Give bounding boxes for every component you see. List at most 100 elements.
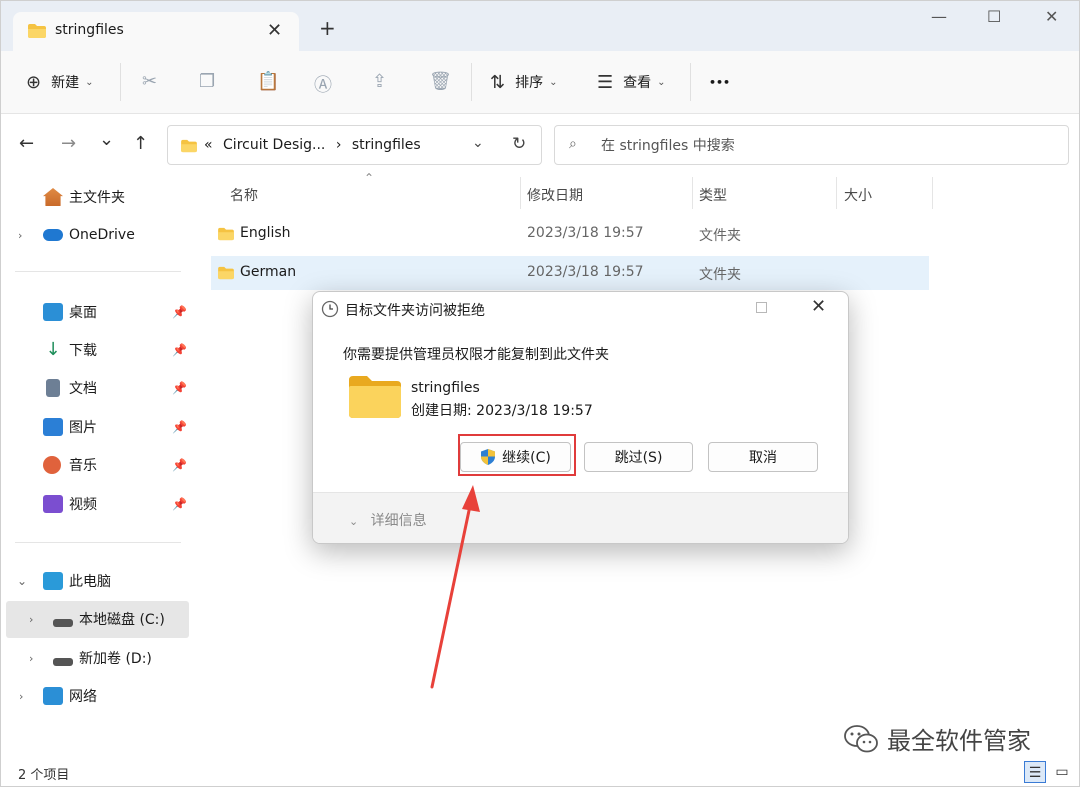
cloud-icon — [43, 229, 63, 241]
column-header-type[interactable]: 类型 — [699, 185, 727, 205]
details-view-button[interactable]: ☰ — [1024, 761, 1046, 783]
search-icon: ⌕ — [569, 136, 577, 152]
table-row[interactable]: German 2023/3/18 19:57 文件夹 — [211, 256, 929, 290]
access-denied-dialog: 目标文件夹访问被拒绝 ✕ 你需要提供管理员权限才能复制到此文件夹 stringf… — [312, 291, 849, 544]
pin-icon[interactable]: 📌 — [172, 305, 187, 319]
sidebar-item-documents[interactable]: 文档 — [43, 373, 97, 403]
view-button[interactable]: ☰ 查看 ⌄ — [597, 69, 666, 95]
cut-icon[interactable]: ✂ — [142, 71, 157, 92]
maximize-button[interactable]: ☐ — [987, 7, 1001, 26]
plus-circle-icon: ⊕ — [26, 71, 42, 93]
tab-title: stringfiles — [55, 22, 124, 38]
tab-bar: stringfiles ✕ + — ☐ ✕ — [1, 1, 1079, 51]
folder-icon — [28, 24, 46, 38]
dialog-folder-name: stringfiles — [411, 380, 480, 396]
sidebar-item-pictures[interactable]: 图片 — [43, 412, 97, 442]
chevron-down-icon: ⌄ — [549, 76, 558, 88]
chevron-down-icon: ⌄ — [85, 76, 94, 88]
sort-button[interactable]: ⇅ 排序 ⌄ — [490, 69, 557, 95]
column-divider[interactable] — [692, 177, 693, 209]
music-icon — [43, 456, 61, 474]
breadcrumb-overflow[interactable]: « — [204, 137, 213, 153]
download-icon: ↓ — [45, 339, 61, 360]
toolbar-divider — [690, 63, 691, 101]
breadcrumb-item[interactable]: Circuit Desig... — [223, 137, 325, 153]
sidebar-item-drive-d[interactable]: › 新加卷 (D:) — [29, 643, 152, 673]
sidebar-item-videos[interactable]: 视频 — [43, 489, 97, 519]
column-header-modified[interactable]: 修改日期 — [527, 185, 583, 205]
refresh-icon[interactable]: ↻ — [512, 134, 526, 154]
column-divider[interactable] — [836, 177, 837, 209]
pin-icon[interactable]: 📌 — [172, 343, 187, 357]
copy-icon[interactable]: ❐ — [199, 71, 215, 92]
folder-icon — [349, 376, 401, 418]
drive-icon — [53, 658, 73, 666]
share-icon[interactable]: ⇪ — [372, 71, 387, 92]
sidebar-item-desktop[interactable]: 桌面 — [43, 297, 97, 327]
home-icon — [43, 188, 63, 206]
skip-button[interactable]: 跳过(S) — [584, 442, 693, 472]
column-divider[interactable] — [520, 177, 521, 209]
pin-icon[interactable]: 📌 — [172, 420, 187, 434]
sidebar-item-this-pc[interactable]: ⌄ 此电脑 — [17, 566, 111, 596]
sidebar-item-label: 网络 — [69, 689, 97, 705]
toolbar-divider — [120, 63, 121, 101]
item-count: 2 个项目 — [18, 768, 70, 783]
column-header-size[interactable]: 大小 — [844, 185, 872, 205]
minimize-button[interactable]: — — [931, 7, 947, 26]
sidebar-item-music[interactable]: 音乐 — [43, 450, 97, 480]
tiles-view-button[interactable]: ▭ — [1051, 761, 1073, 783]
sidebar-item-drive-c[interactable]: › 本地磁盘 (C:) — [29, 604, 165, 634]
sort-ascending-icon: ⌃ — [364, 171, 375, 185]
documents-icon — [46, 379, 60, 397]
sidebar-item-home[interactable]: 主文件夹 — [43, 182, 125, 212]
pin-icon[interactable]: 📌 — [172, 497, 187, 511]
file-type: 文件夹 — [699, 228, 741, 244]
new-tab-button[interactable]: + — [319, 18, 336, 38]
tab-close-icon[interactable]: ✕ — [267, 20, 282, 41]
more-options-button[interactable]: ••• — [709, 69, 730, 95]
back-button[interactable]: ← — [19, 133, 34, 154]
paste-icon[interactable]: 📋 — [257, 71, 279, 92]
chevron-right-icon[interactable]: › — [18, 229, 22, 242]
forward-button[interactable]: → — [61, 133, 76, 154]
more-details-toggle[interactable]: ⌄ 详细信息 — [349, 510, 427, 530]
file-explorer-window: stringfiles ✕ + — ☐ ✕ ⊕ 新建 ⌄ ✂ ❐ 📋 Ⓐ ⇪ 🗑… — [0, 0, 1080, 787]
search-input[interactable] — [601, 135, 1041, 157]
pin-icon[interactable]: 📌 — [172, 458, 187, 472]
sidebar-item-downloads[interactable]: ↓ 下载 — [43, 335, 97, 365]
breadcrumb-item[interactable]: stringfiles — [352, 137, 421, 153]
close-window-button[interactable]: ✕ — [1045, 7, 1058, 26]
delete-icon[interactable]: 🗑 — [429, 71, 452, 92]
chevron-down-icon[interactable]: ⌄ — [472, 135, 484, 151]
sort-icon: ⇅ — [490, 71, 506, 93]
sidebar-item-onedrive[interactable]: › OneDrive — [18, 220, 135, 250]
table-row[interactable]: English 2023/3/18 19:57 文件夹 — [211, 217, 929, 251]
desktop-icon — [43, 303, 63, 321]
chevron-right-icon[interactable]: › — [29, 613, 33, 626]
chevron-down-icon: ⌄ — [657, 76, 666, 88]
rename-icon[interactable]: Ⓐ — [314, 71, 332, 97]
column-header-name[interactable]: 名称 — [230, 185, 258, 205]
chevron-down-icon[interactable]: ⌄ — [17, 574, 27, 588]
new-button[interactable]: ⊕ 新建 ⌄ — [26, 69, 93, 95]
dialog-folder-date: 创建日期: 2023/3/18 19:57 — [411, 403, 593, 419]
sidebar-item-label: 桌面 — [69, 305, 97, 321]
file-name: German — [240, 264, 297, 280]
cancel-button[interactable]: 取消 — [708, 442, 818, 472]
dialog-close-button[interactable]: ✕ — [811, 296, 826, 317]
up-button[interactable]: ↑ — [133, 133, 148, 154]
breadcrumb: « Circuit Desig... › stringfiles — [204, 137, 421, 153]
column-divider[interactable] — [932, 177, 933, 209]
chevron-right-icon[interactable]: › — [19, 690, 23, 703]
wechat-logo-icon — [844, 724, 878, 752]
tab-stringfiles[interactable]: stringfiles ✕ — [13, 12, 299, 51]
chevron-right-icon[interactable]: › — [29, 652, 33, 665]
pictures-icon — [43, 418, 63, 436]
network-icon — [43, 687, 63, 705]
search-box: ⌕ — [554, 125, 1069, 165]
recent-locations-button[interactable]: ⌄ — [99, 129, 114, 150]
address-bar[interactable]: « Circuit Desig... › stringfiles ⌄ ↻ — [167, 125, 542, 165]
pin-icon[interactable]: 📌 — [172, 381, 187, 395]
sidebar-item-network[interactable]: › 网络 — [19, 681, 97, 711]
